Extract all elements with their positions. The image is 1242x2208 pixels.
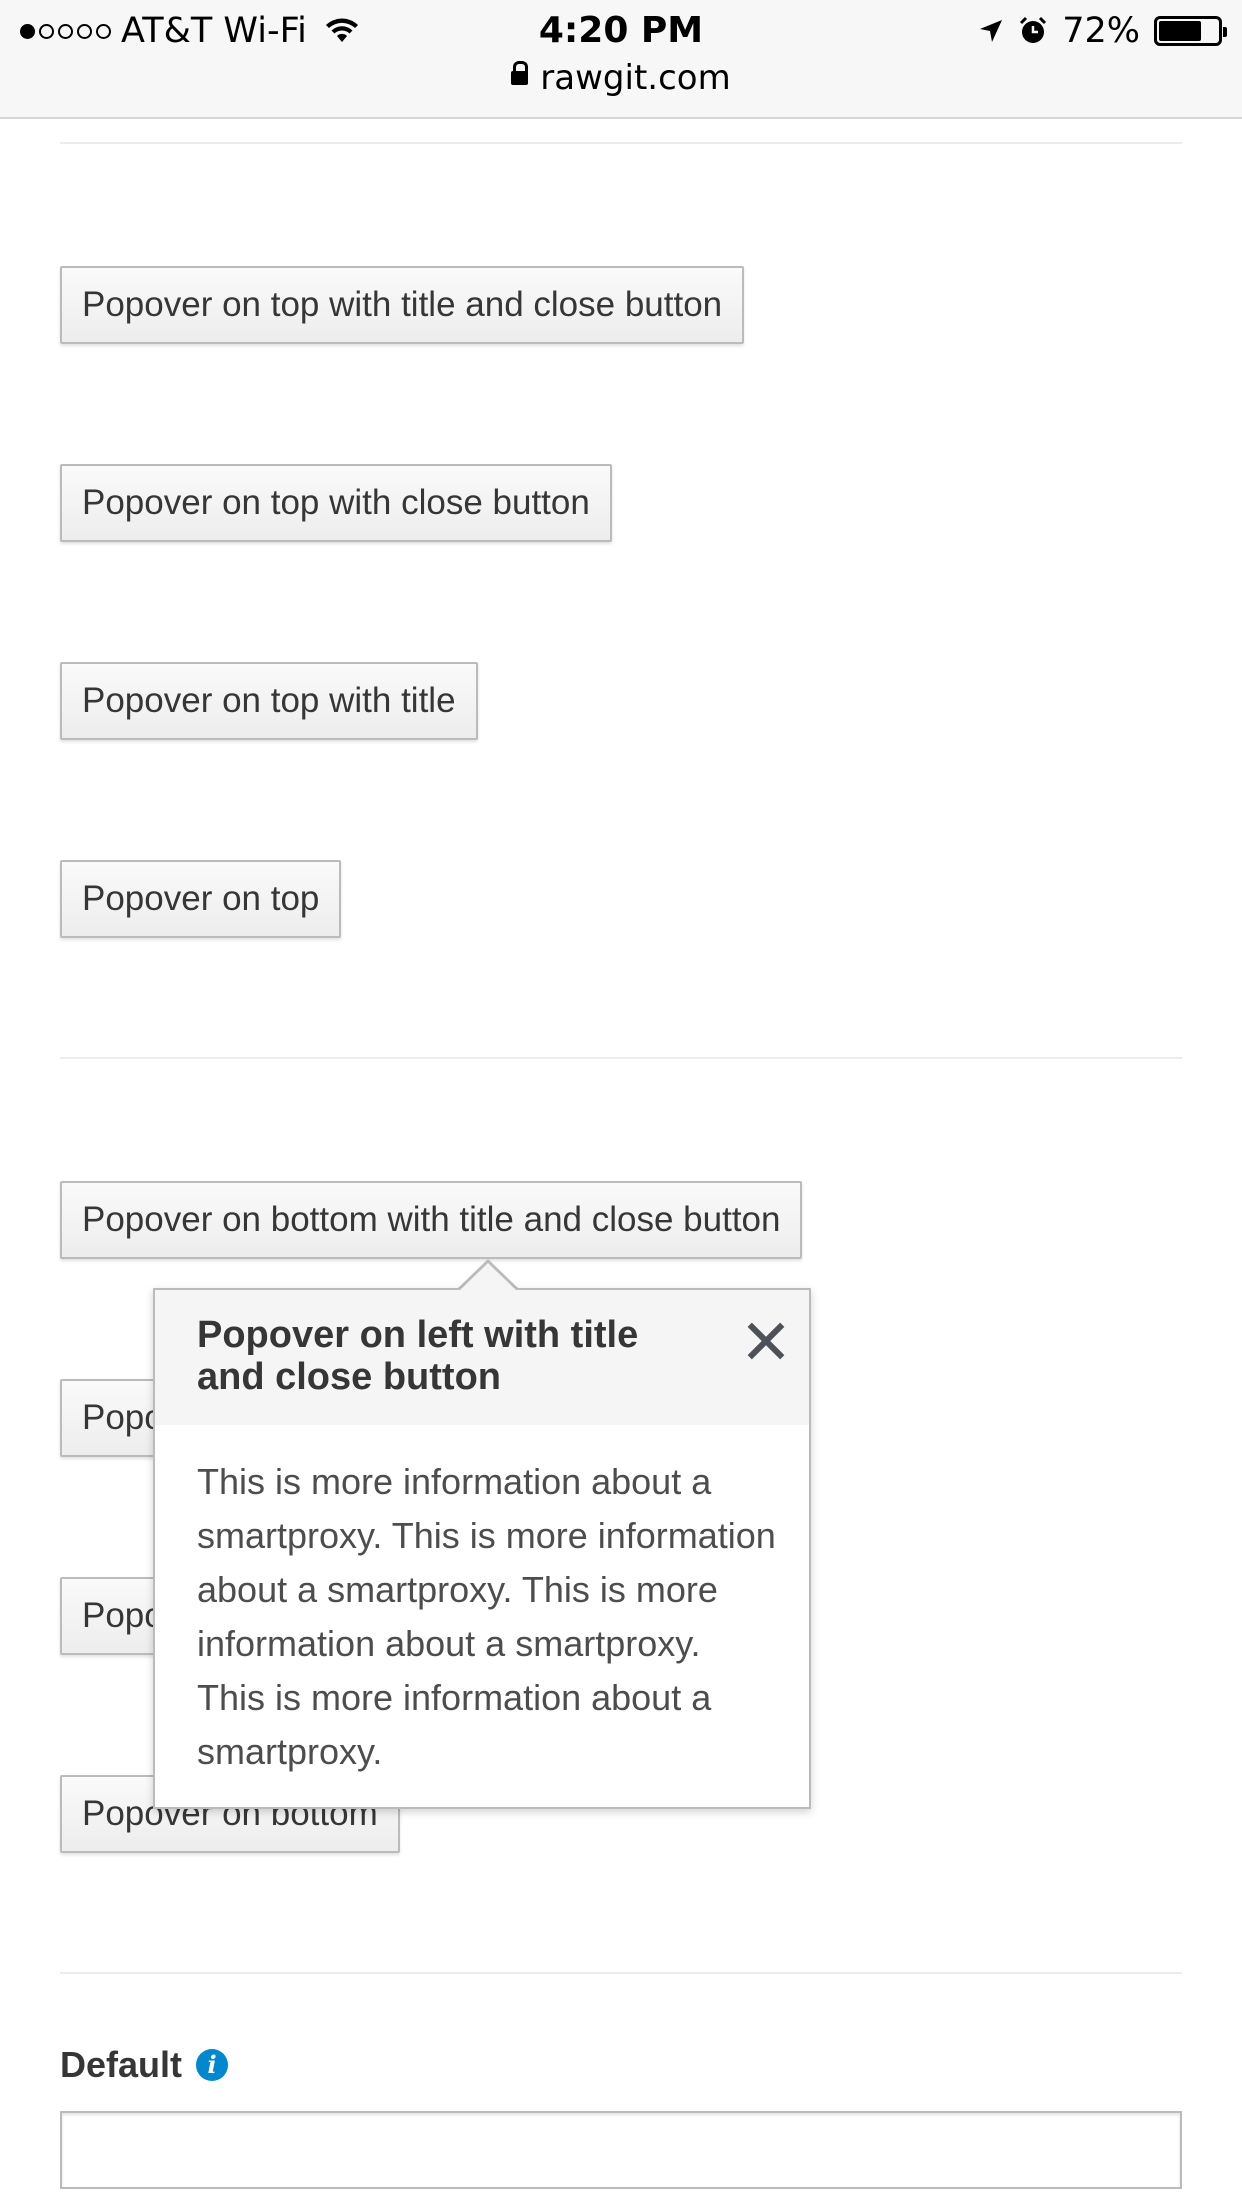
popover-title: Popover on left with title and close but… bbox=[197, 1314, 639, 1398]
section-divider bbox=[60, 1972, 1182, 1974]
popover-bottom-title-close-button[interactable]: Popover on bottom with title and close b… bbox=[60, 1181, 803, 1259]
field-label: Default i bbox=[60, 2040, 229, 2090]
popover-top-title-button[interactable]: Popover on top with title bbox=[60, 662, 478, 740]
section-divider bbox=[60, 1057, 1182, 1059]
popover-top-button[interactable]: Popover on top bbox=[60, 860, 342, 938]
location-arrow-icon bbox=[980, 20, 1003, 42]
popover-content: This is more information about a smartpr… bbox=[197, 1461, 776, 1772]
lock-icon bbox=[511, 60, 529, 85]
status-indicators: 72% bbox=[978, 10, 1227, 52]
battery-percent: 72% bbox=[1062, 11, 1140, 51]
close-icon[interactable] bbox=[743, 1318, 789, 1364]
address-bar[interactable]: rawgit.com bbox=[0, 58, 1242, 98]
section-divider bbox=[60, 142, 1182, 144]
popover: Popover on left with title and close but… bbox=[153, 1288, 811, 1809]
popover-arrow-fill bbox=[459, 1263, 517, 1291]
ios-status-bar: AT&T Wi-Fi 4:20 PM 72% rawgit.com bbox=[0, 0, 1242, 119]
battery-icon bbox=[1154, 16, 1227, 46]
field-label-text: Default bbox=[60, 2044, 183, 2085]
url-text: rawgit.com bbox=[540, 58, 731, 98]
alarm-icon bbox=[1020, 16, 1047, 43]
popover-top-close-button[interactable]: Popover on top with close button bbox=[60, 464, 612, 542]
default-input[interactable] bbox=[60, 2111, 1182, 2189]
popover-header: Popover on left with title and close but… bbox=[155, 1290, 809, 1425]
info-icon[interactable]: i bbox=[196, 2049, 229, 2081]
popover-top-title-close-button[interactable]: Popover on top with title and close butt… bbox=[60, 266, 745, 344]
